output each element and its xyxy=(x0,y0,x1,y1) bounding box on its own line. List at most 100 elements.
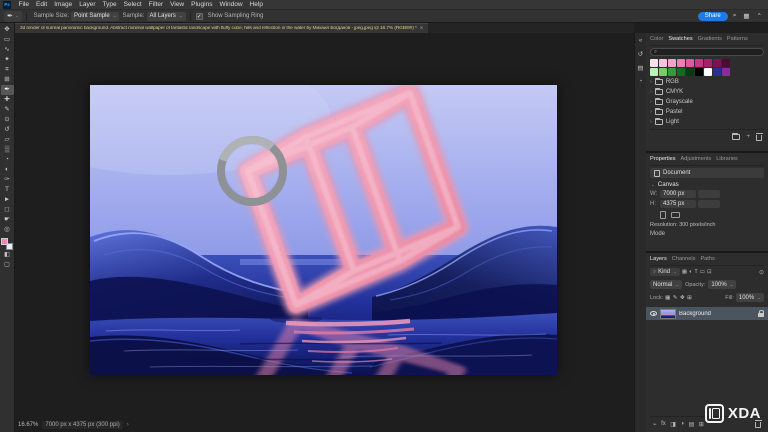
tab-paths[interactable]: Paths xyxy=(700,256,714,262)
lock-position-icon[interactable]: ✥ xyxy=(680,295,685,301)
tab-gradients[interactable]: Gradients xyxy=(698,36,722,42)
lock-all-icon[interactable]: ⊞ xyxy=(687,295,692,301)
blend-mode-dropdown[interactable]: Normal ⌄ xyxy=(650,280,683,289)
lock-transparency-icon[interactable]: ▦ xyxy=(665,295,670,301)
history-panel-icon[interactable]: ↺ xyxy=(638,50,643,58)
swatch[interactable] xyxy=(659,68,667,76)
path-selection-tool[interactable]: ► xyxy=(1,195,14,205)
swatch[interactable] xyxy=(677,59,685,67)
screen-mode-button[interactable]: ▢ xyxy=(1,261,14,270)
export-panel-icon[interactable]: ▤ xyxy=(637,64,643,72)
collapse-chevron-icon[interactable]: ⌃ xyxy=(755,12,764,20)
crop-tool[interactable]: ⌗ xyxy=(1,65,14,75)
share-button[interactable]: Share xyxy=(697,11,728,21)
search-icon[interactable]: ⌕ xyxy=(731,12,739,20)
menu-view[interactable]: View xyxy=(167,1,188,8)
canvas-artwork[interactable] xyxy=(90,85,557,375)
canvas-width-field[interactable]: 7000 px xyxy=(660,190,696,198)
visibility-eye-icon[interactable] xyxy=(650,311,657,316)
document-canvas[interactable] xyxy=(90,85,557,375)
comments-panel-icon[interactable]: ◔ xyxy=(639,78,643,85)
shape-tool[interactable]: ◻ xyxy=(1,205,14,215)
zoom-tool[interactable]: ◎ xyxy=(1,225,14,235)
swatch-folder-light[interactable]: › Light xyxy=(650,117,764,127)
photoshop-logo-icon[interactable]: Ps xyxy=(3,0,11,9)
hand-tool[interactable]: ☛ xyxy=(1,215,14,225)
swatch[interactable] xyxy=(686,68,694,76)
filter-kind-dropdown[interactable]: ⌕ Kind ⌄ xyxy=(650,268,680,276)
marquee-tool[interactable]: ▭ xyxy=(1,35,14,45)
document-type-row[interactable]: Document xyxy=(650,168,764,178)
layer-row-background[interactable]: Background xyxy=(646,307,768,320)
landscape-orientation-icon[interactable] xyxy=(671,211,680,218)
history-brush-tool[interactable]: ↺ xyxy=(1,125,14,135)
swatch[interactable] xyxy=(713,59,721,67)
status-chevron-icon[interactable]: › xyxy=(127,422,129,428)
link-layers-icon[interactable]: ⌁ xyxy=(653,421,657,428)
tab-properties[interactable]: Properties xyxy=(650,156,676,162)
foreground-color-swatch[interactable] xyxy=(1,238,8,245)
type-filter-icon[interactable]: T xyxy=(694,269,697,275)
eyedropper-preset-button[interactable]: ✒ ⌄ xyxy=(4,10,22,22)
expand-caret-icon[interactable]: › xyxy=(650,109,652,115)
menu-type[interactable]: Type xyxy=(99,1,120,8)
swatch[interactable] xyxy=(722,59,730,67)
clone-stamp-tool[interactable]: ⊙ xyxy=(1,115,14,125)
blur-tool[interactable]: ◔ xyxy=(1,155,14,165)
swatch[interactable] xyxy=(704,68,712,76)
swatch-folder-cmyk[interactable]: › CMYK xyxy=(650,87,764,97)
portrait-orientation-icon[interactable] xyxy=(660,210,666,219)
tab-channels[interactable]: Channels xyxy=(672,256,696,262)
gradient-tool[interactable]: ▒ xyxy=(1,145,14,155)
fill-dropdown[interactable]: 100% ⌄ xyxy=(735,293,764,302)
swatch[interactable] xyxy=(713,68,721,76)
swatch[interactable] xyxy=(695,59,703,67)
smart-object-filter-icon[interactable]: ⊡ xyxy=(707,269,712,275)
swatch[interactable] xyxy=(677,68,685,76)
layer-thumbnail[interactable] xyxy=(660,308,676,319)
pen-tool[interactable]: ✑ xyxy=(1,175,14,185)
show-sampling-ring-checkbox[interactable]: ✓ xyxy=(195,12,203,20)
zoom-level-field[interactable]: 16.67% xyxy=(18,422,38,428)
lock-pixels-icon[interactable]: ✎ xyxy=(673,295,678,301)
adjustment-filter-icon[interactable]: ◐ xyxy=(689,269,692,275)
menu-window[interactable]: Window xyxy=(216,1,246,8)
quick-mask-button[interactable]: ◧ xyxy=(1,251,14,260)
new-layer-icon[interactable]: ⊞ xyxy=(699,421,704,428)
width-unit-field[interactable] xyxy=(698,190,720,198)
expand-caret-icon[interactable]: › xyxy=(650,89,652,95)
color-swatches-widget[interactable] xyxy=(1,238,13,250)
menu-select[interactable]: Select xyxy=(120,1,145,8)
canvas-section-header[interactable]: ⌄ Canvas xyxy=(650,181,764,188)
layer-mask-icon[interactable]: ◨ xyxy=(670,421,676,428)
delete-swatch-icon[interactable] xyxy=(755,133,763,141)
swatch[interactable] xyxy=(668,59,676,67)
menu-image[interactable]: Image xyxy=(51,1,76,8)
document-tab[interactable]: 3d render of surreal panoramic backgroun… xyxy=(15,23,429,33)
menu-plugins[interactable]: Plugins xyxy=(188,1,216,8)
menu-help[interactable]: Help xyxy=(246,1,266,8)
lasso-tool[interactable]: ∿ xyxy=(1,45,14,55)
swatch[interactable] xyxy=(650,59,658,67)
workspace-icon[interactable]: ▦ xyxy=(741,12,751,20)
swatch[interactable] xyxy=(722,68,730,76)
tab-color[interactable]: Color xyxy=(650,36,663,42)
swatch-folder-rgb[interactable]: › RGB xyxy=(650,77,764,87)
swatch[interactable] xyxy=(659,59,667,67)
swatch[interactable] xyxy=(704,59,712,67)
filter-toggle-icon[interactable]: ⊙ xyxy=(759,269,764,276)
sample-layers-dropdown[interactable]: All Layers ⌄ xyxy=(146,11,186,21)
swatch[interactable] xyxy=(695,68,703,76)
canvas-height-field[interactable]: 4375 px xyxy=(660,199,696,208)
object-selection-tool[interactable]: ✦ xyxy=(1,55,14,65)
layer-group-icon[interactable]: ▤ xyxy=(689,421,695,428)
menu-layer[interactable]: Layer xyxy=(76,1,99,8)
brush-tool[interactable]: ✎ xyxy=(1,105,14,115)
collapse-dock-icon[interactable]: « xyxy=(639,37,643,44)
expand-caret-icon[interactable]: › xyxy=(650,99,652,105)
move-tool[interactable]: ✥ xyxy=(1,25,14,35)
opacity-dropdown[interactable]: 100% ⌄ xyxy=(708,280,737,289)
dodge-tool[interactable]: ◐ xyxy=(1,165,14,175)
close-tab-icon[interactable]: × xyxy=(420,26,424,32)
pixel-filter-icon[interactable]: ▦ xyxy=(682,269,687,275)
